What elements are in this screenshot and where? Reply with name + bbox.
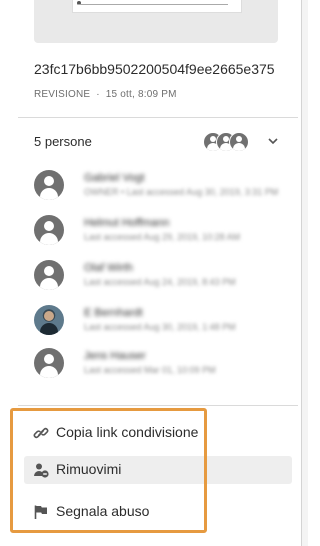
- divider: [18, 117, 298, 118]
- user-icon: [34, 215, 64, 245]
- file-name: 23fc17b6bb9502200504f9ee2665e375: [34, 61, 275, 77]
- chevron-down-icon[interactable]: [267, 134, 279, 149]
- person-name: Jens Hauser: [84, 350, 146, 362]
- user-icon: [34, 348, 64, 378]
- person-row[interactable]: E Bernhardt Last accessed Aug 30, 2019, …: [34, 305, 264, 337]
- divider: [18, 405, 298, 406]
- revision-separator: ·: [96, 89, 100, 100]
- scrollbar[interactable]: [301, 0, 308, 546]
- people-header[interactable]: 5 persone: [34, 132, 284, 152]
- annotation-highlight-box: [10, 408, 207, 533]
- person-name: Helmut Hoffmann: [84, 217, 170, 229]
- person-row[interactable]: Helmut Hoffmann Last accessed Aug 29, 20…: [34, 215, 264, 247]
- user-photo: [34, 305, 64, 335]
- person-detail: Last accessed Aug 30, 2019, 1:48 PM: [84, 322, 236, 332]
- person-name: Olaf Wirth: [84, 262, 133, 274]
- user-icon: [34, 260, 64, 290]
- document-thumbnail[interactable]: [34, 0, 278, 43]
- person-detail: Last accessed Mar 01, 10:09 PM: [84, 365, 216, 375]
- thumbnail-line: [78, 4, 228, 5]
- avatar-icon: [229, 132, 249, 152]
- person-detail: Last accessed Aug 24, 2019, 8:43 PM: [84, 277, 236, 287]
- person-name: E Bernhardt: [84, 307, 143, 319]
- person-row[interactable]: Jens Hauser Last accessed Mar 01, 10:09 …: [34, 348, 264, 380]
- revision-date: 15 ott, 8:09 PM: [105, 89, 177, 100]
- person-detail: Last accessed Aug 29, 2019, 10:28 AM: [84, 232, 241, 242]
- person-row[interactable]: Gabriel Vogt OWNER • Last accessed Aug 3…: [34, 170, 278, 202]
- person-detail: OWNER • Last accessed Aug 30, 2019, 3:31…: [84, 187, 279, 197]
- thumbnail-page: [72, 0, 242, 13]
- person-name: Gabriel Vogt: [84, 172, 145, 184]
- people-count: 5 persone: [34, 134, 92, 149]
- person-row[interactable]: Olaf Wirth Last accessed Aug 24, 2019, 8…: [34, 260, 264, 292]
- revision-info: REVISIONE · 15 ott, 8:09 PM: [34, 89, 177, 100]
- user-icon: [34, 170, 64, 200]
- revision-label: REVISIONE: [34, 89, 91, 100]
